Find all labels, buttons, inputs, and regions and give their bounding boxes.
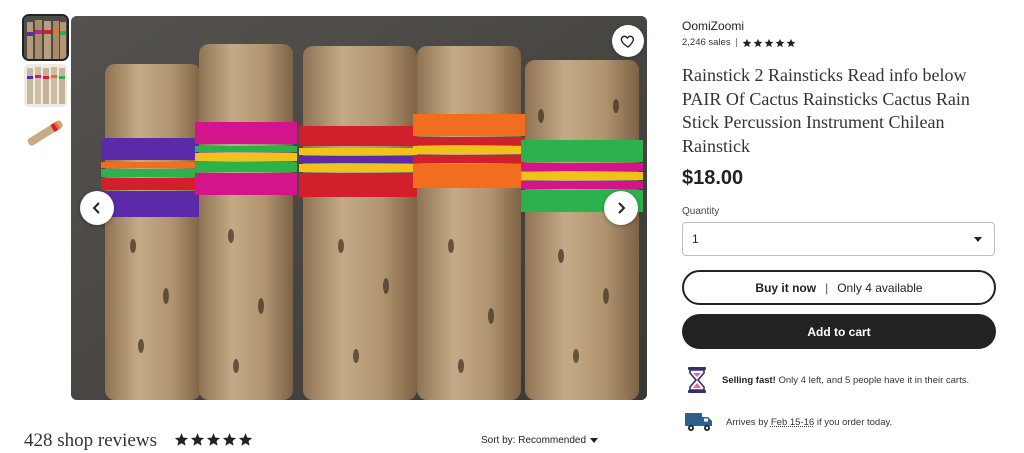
quantity-label: Quantity xyxy=(682,206,720,217)
star-icon xyxy=(222,433,237,446)
arrives-prefix: Arrives by xyxy=(726,416,769,428)
star-icon xyxy=(753,38,762,47)
reviews-title: 428 shop reviews xyxy=(24,430,157,451)
sort-by-label: Sort by: Recommended xyxy=(481,435,587,446)
selling-fast-text: Only 4 left, and 5 people have it in the… xyxy=(778,374,970,386)
star-icon xyxy=(238,433,253,446)
hourglass-icon xyxy=(688,367,706,393)
listing-title: Rainstick 2 Rainsticks Read info below P… xyxy=(682,65,970,156)
arrives-suffix: if you order today. xyxy=(816,416,893,428)
listing-price: $18.00 xyxy=(682,167,744,189)
caret-down-icon xyxy=(974,236,982,242)
previous-image-button[interactable] xyxy=(80,191,114,225)
shop-rating-stars[interactable] xyxy=(742,38,796,48)
quantity-select[interactable]: 1 xyxy=(682,222,995,256)
chevron-right-icon xyxy=(618,202,626,214)
thumbnail-3[interactable] xyxy=(24,112,67,155)
selling-fast-notice: Selling fast! Only 4 left, and 5 people … xyxy=(684,366,969,394)
shop-sales: 2,246 sales xyxy=(682,37,731,48)
divider xyxy=(735,38,737,47)
star-icon xyxy=(786,38,795,47)
favorite-button[interactable] xyxy=(612,25,644,57)
add-to-cart-button[interactable]: Add to cart xyxy=(682,314,996,349)
reviews-rating-stars xyxy=(174,432,253,447)
main-product-image xyxy=(71,16,647,400)
delivery-truck-icon xyxy=(685,413,712,431)
buy-it-now-label: Buy it now xyxy=(755,280,817,295)
star-icon xyxy=(190,433,205,446)
next-image-button[interactable] xyxy=(604,191,638,225)
availability-label: Only 4 available xyxy=(837,280,923,295)
star-icon xyxy=(174,433,189,446)
heart-icon xyxy=(620,35,634,48)
sort-by-dropdown[interactable]: Sort by: Recommended xyxy=(481,435,599,446)
caret-down-icon xyxy=(590,437,599,443)
arrives-date[interactable]: Feb 15-16 xyxy=(771,417,814,428)
shop-name-link[interactable]: OomiZoomi xyxy=(682,19,744,33)
thumbnail-1[interactable] xyxy=(22,14,69,61)
chevron-left-icon xyxy=(92,202,100,214)
arrival-notice: Arrives by Feb 15-16 if you order today. xyxy=(684,410,892,434)
buy-divider: | xyxy=(825,280,829,295)
star-icon xyxy=(206,433,221,446)
star-icon xyxy=(742,38,751,47)
star-icon xyxy=(764,38,773,47)
star-icon xyxy=(775,38,784,47)
thumbnail-2[interactable] xyxy=(24,64,67,107)
quantity-value: 1 xyxy=(692,232,699,246)
selling-fast-strong: Selling fast! xyxy=(722,374,776,386)
shop-meta: 2,246 sales xyxy=(682,37,796,48)
buy-it-now-button[interactable]: Buy it now | Only 4 available xyxy=(682,270,996,305)
